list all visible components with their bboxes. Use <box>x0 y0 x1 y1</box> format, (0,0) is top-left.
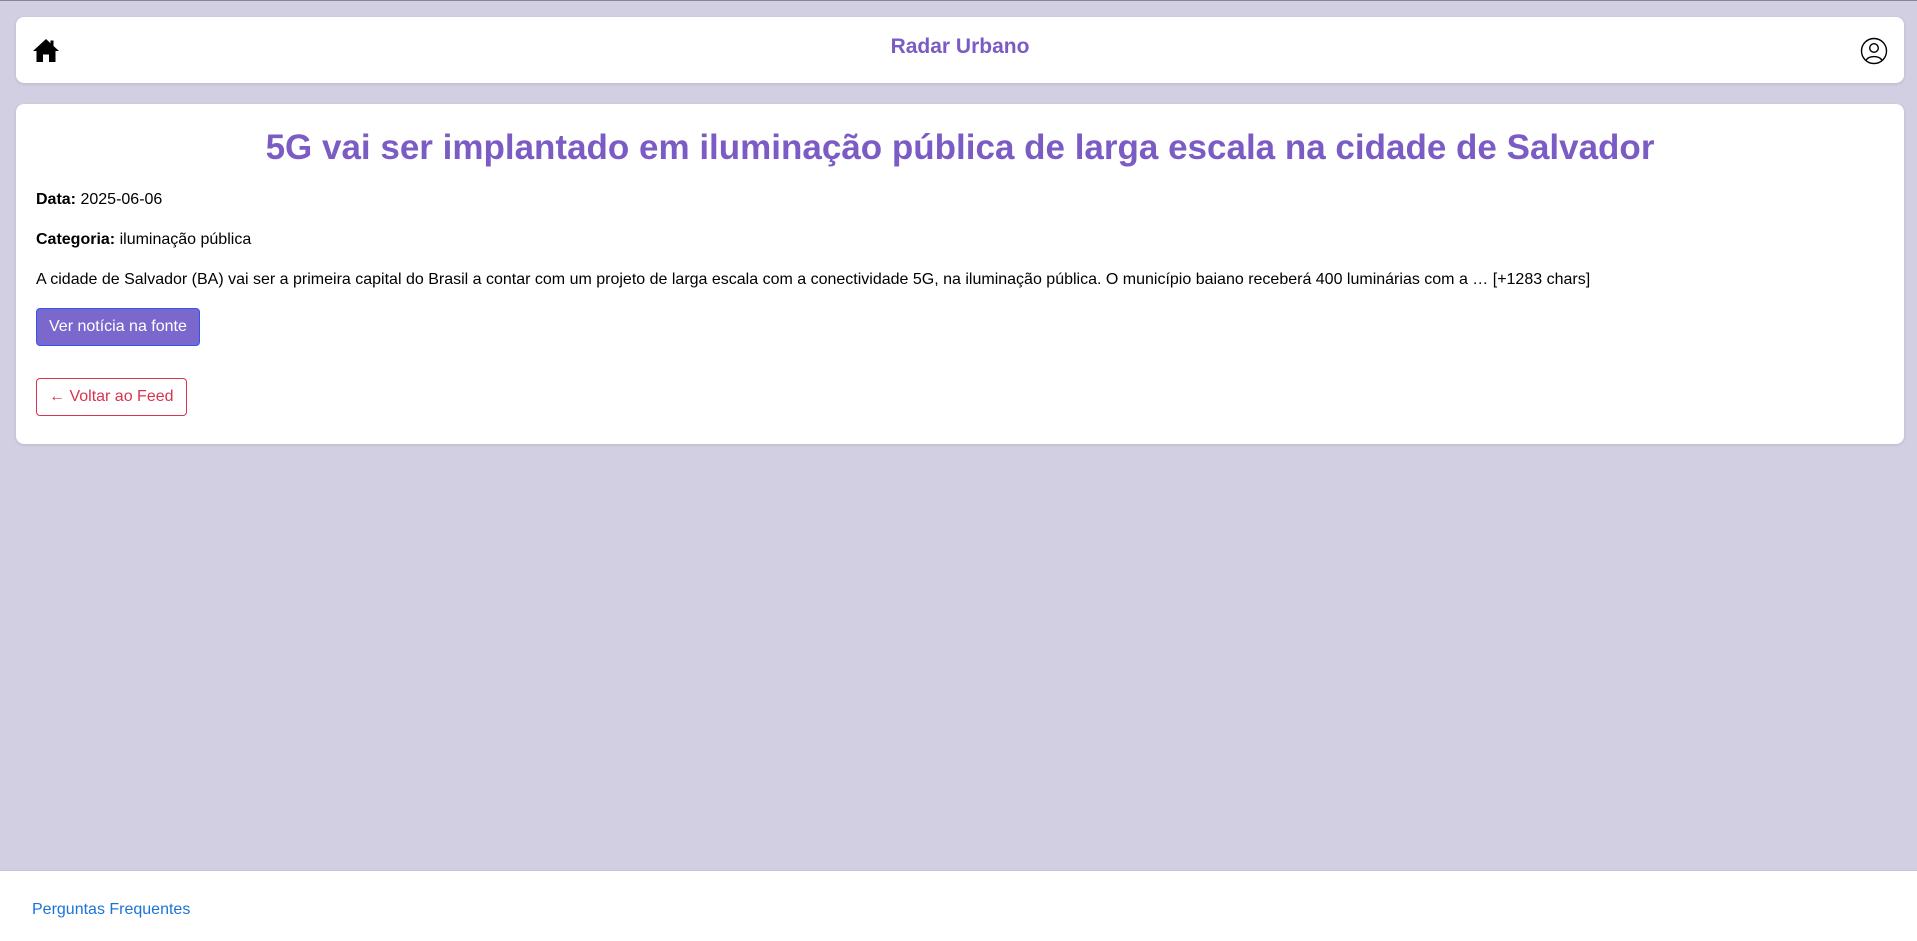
news-card: 5G vai ser implantado em iluminação públ… <box>16 104 1904 444</box>
category-value: iluminação pública <box>119 231 252 248</box>
top-header: Radar Urbano <box>16 17 1904 83</box>
news-category: Categoria: iluminação pública <box>36 230 1884 250</box>
user-circle-icon <box>1860 37 1888 65</box>
site-title: Radar Urbano <box>890 35 1030 58</box>
faq-link[interactable]: Perguntas Frequentes <box>32 901 190 919</box>
news-date: Data: 2025-06-06 <box>36 190 1884 210</box>
view-source-button[interactable]: Ver notícia na fonte <box>36 308 200 346</box>
back-row: ← Voltar ao Feed <box>36 378 1884 416</box>
date-label: Data: <box>36 191 77 208</box>
category-label: Categoria: <box>36 231 116 248</box>
date-value: 2025-06-06 <box>80 191 163 208</box>
back-to-feed-button[interactable]: ← Voltar ao Feed <box>36 378 187 416</box>
page-footer: Perguntas Frequentes <box>0 870 1917 941</box>
news-summary: A cidade de Salvador (BA) vai ser a prim… <box>36 271 1591 288</box>
user-profile-button[interactable] <box>1860 37 1888 65</box>
news-title: 5G vai ser implantado em iluminação públ… <box>265 128 1655 167</box>
